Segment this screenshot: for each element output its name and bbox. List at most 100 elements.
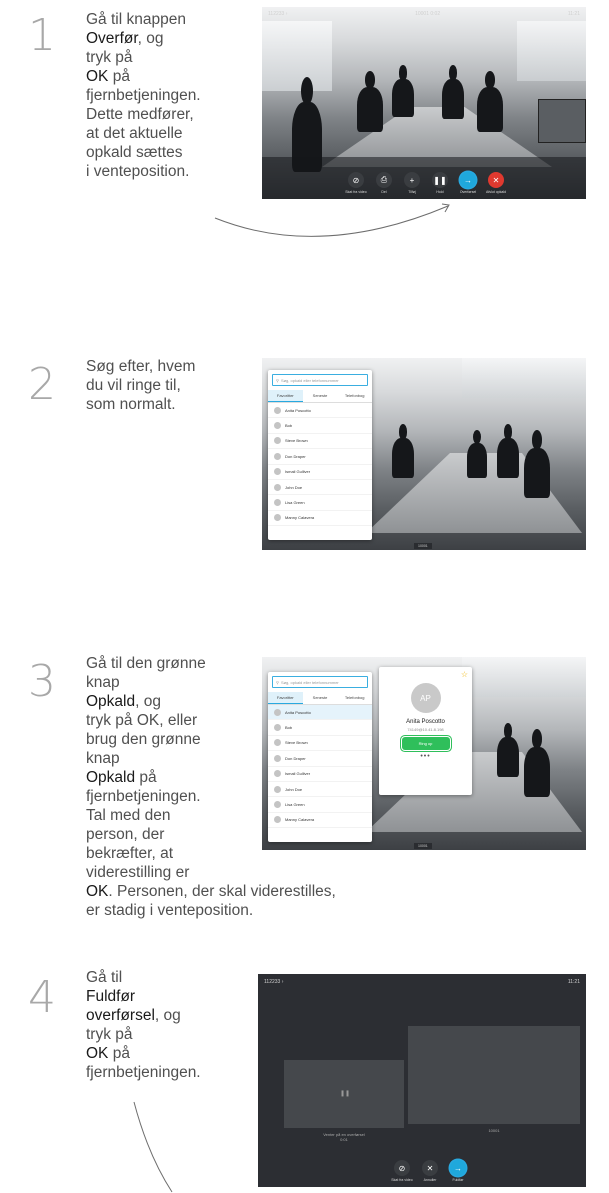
list-item[interactable]: Steve Brown [268, 434, 372, 450]
screenshot-complete-transfer: 112233 › 11:21 ❚❚ Venter på en overførse… [258, 974, 586, 1187]
shot1-control-4[interactable]: → Overførsel [458, 172, 478, 194]
control-icon[interactable]: ⎙ [376, 172, 392, 188]
shot4-control-0[interactable]: ⊘ Skat fra video [391, 1160, 413, 1182]
step-text-span: på [108, 68, 130, 85]
step-text-span: som normalt. [86, 396, 176, 413]
tab-favoritter[interactable]: Favoritter [268, 692, 303, 704]
step-text-span: fjernbetjeningen. [86, 87, 201, 104]
shot2-search-panel: ⚲ Søg, opkald eller telefonnummer Favori… [268, 370, 372, 540]
step-4-line: OK på [86, 1044, 256, 1063]
step-highlight: Fuldfør [86, 988, 136, 1005]
list-item[interactable]: Anita Poscotto [268, 403, 372, 419]
shot4-topbar: 112233 › 11:21 [258, 974, 586, 990]
step-number-4: 4 [28, 972, 56, 1023]
shot4-topbar-left: 112233 › [264, 979, 284, 985]
list-item[interactable]: Anita Poscotto [268, 705, 372, 721]
list-item[interactable]: Don Draper [268, 449, 372, 465]
step-1-line: Gå til knappen [86, 10, 256, 29]
step-text-span: , og [137, 30, 164, 47]
control-icon[interactable]: ✕ [422, 1160, 438, 1176]
step-text-span: bekræfter, at [86, 845, 174, 862]
avatar [274, 754, 281, 762]
list-item[interactable]: Steve Brown [268, 736, 372, 752]
shot2-contact-list: Anita Poscotto Bob Steve Brown Don Draper Is… [268, 403, 372, 527]
step-3-line: viderestilling er [86, 863, 446, 882]
list-item[interactable]: Manny Calavera [268, 813, 372, 829]
control-icon[interactable]: → [460, 172, 476, 188]
list-item[interactable]: Bob [268, 720, 372, 736]
control-icon[interactable]: + [404, 172, 420, 188]
control-label: Skat fra video [391, 1178, 413, 1182]
step-text-span: i venteposition. [86, 163, 190, 180]
shot3-search-input[interactable]: ⚲ Søg, opkald eller telefonnummer [272, 676, 368, 688]
control-icon[interactable]: ❚❚ [432, 172, 448, 188]
contact-label: Steve Brown [285, 740, 308, 746]
avatar [274, 708, 281, 716]
shot2-number-tag: 10001 [414, 543, 432, 549]
step-text-span: fjernbetjeningen. [86, 788, 201, 805]
list-item[interactable]: John Doe [268, 480, 372, 496]
screenshot-search-contact: ⚲ Søg, opkald eller telefonnummer Favori… [262, 358, 586, 550]
tab-seneste[interactable]: Seneste [303, 390, 338, 402]
contact-label: Steve Brown [285, 438, 308, 444]
list-item[interactable]: Lisa Green [268, 797, 372, 813]
tab-seneste[interactable]: Seneste [303, 692, 338, 704]
list-item[interactable]: Ismail Gulliver [268, 767, 372, 782]
avatar [274, 499, 281, 507]
step-text-span: på [108, 1045, 130, 1062]
avatar [274, 724, 281, 732]
call-button[interactable]: Ring op [402, 738, 449, 749]
step-1-line: OK på [86, 67, 256, 86]
avatar [274, 468, 281, 476]
list-item[interactable]: John Doe [268, 782, 372, 798]
control-icon[interactable]: ⊘ [394, 1160, 410, 1176]
step-highlight: OK [86, 883, 109, 900]
arrow-arc-2 [133, 1101, 173, 1193]
screenshot-call-confirm: ⚲ Søg, opkald eller telefonnummer Favori… [262, 657, 586, 850]
control-icon[interactable]: ✕ [488, 172, 504, 188]
step-text-span: Søg efter, hvem [86, 358, 196, 375]
list-item[interactable]: Lisa Green [268, 495, 372, 511]
tab-telefonbog[interactable]: Telefonbog [337, 390, 372, 402]
step-text-span: , og [154, 1007, 181, 1024]
star-icon[interactable]: ☆ [461, 670, 468, 679]
step-highlight: Overfør [86, 30, 138, 47]
avatar [274, 437, 281, 445]
pause-icon: ❚❚ [340, 1091, 351, 1097]
control-icon[interactable]: → [450, 1160, 466, 1176]
step-4-line: tryk på [86, 1025, 256, 1044]
step-text-span: fjernbetjeningen. [86, 1064, 201, 1081]
shot2-search-input[interactable]: ⚲ Søg, opkald eller telefonnummer [272, 374, 368, 386]
step-4-line: fjernbetjeningen. [86, 1063, 256, 1082]
step-1-line: at det aktuelle [86, 124, 256, 143]
step-4-line: overførsel, og [86, 1006, 256, 1025]
list-item[interactable]: Manny Calavera [268, 511, 372, 527]
tab-favoritter[interactable]: Favoritter [268, 390, 303, 402]
shot1-control-5[interactable]: ✕ Afslut opkald [486, 172, 506, 194]
step-text-2: Søg efter, hvem du vil ringe til, som norm… [86, 357, 256, 414]
tab-telefonbog[interactable]: Telefonbog [337, 692, 372, 704]
search-icon: ⚲ [276, 377, 279, 383]
shot4-tile-active [408, 1026, 580, 1124]
step-text-span: Gå til den grønne [86, 655, 206, 672]
step-3-line: OK. Personen, der skal viderestilles, [86, 882, 446, 901]
list-item[interactable]: Don Draper [268, 751, 372, 767]
arrow-arc-1 [214, 203, 450, 237]
avatar [274, 801, 281, 809]
step-1-line: Overfør, og [86, 29, 256, 48]
step-highlight: Opkald [86, 693, 136, 710]
shot4-control-2[interactable]: → Fuldfør [448, 1160, 468, 1182]
more-icon[interactable]: ••• [379, 753, 472, 760]
avatar [274, 422, 281, 430]
contact-avatar: AP [410, 683, 441, 713]
step-text-span: opkald sættes [86, 144, 183, 161]
contact-label: Don Draper [285, 755, 306, 761]
step-1-line: opkald sættes [86, 143, 256, 162]
control-icon[interactable]: ⊘ [348, 172, 364, 188]
avatar [274, 785, 281, 793]
list-item[interactable]: Ismail Gulliver [268, 465, 372, 480]
list-item[interactable]: Bob [268, 418, 372, 434]
shot4-control-1[interactable]: ✕ Annuller [420, 1160, 440, 1182]
contact-label: Ismail Gulliver [285, 771, 311, 777]
step-1-line: Dette medfører, [86, 105, 256, 124]
